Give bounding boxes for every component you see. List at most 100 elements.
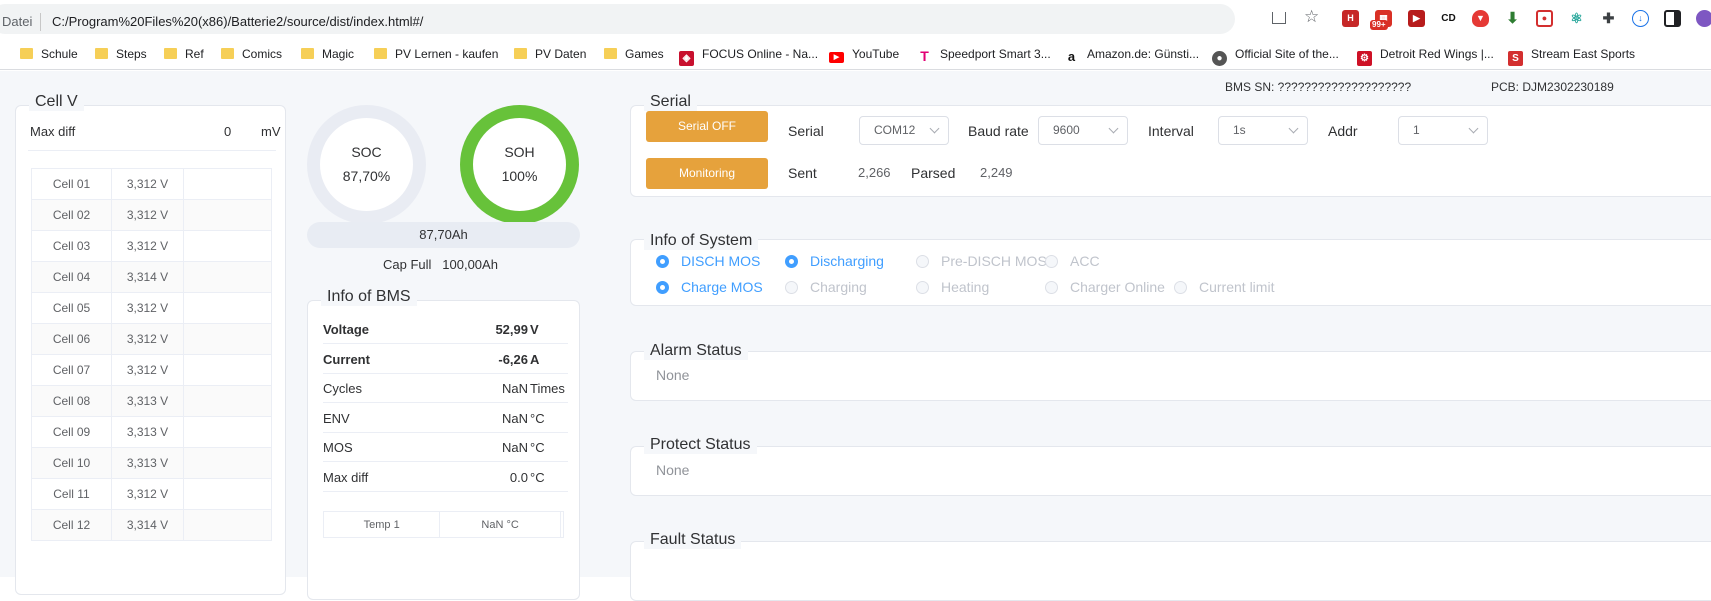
chevron-down-icon	[1468, 123, 1479, 134]
bookmark-focus[interactable]: ◈ FOCUS Online - Na...	[679, 46, 818, 66]
extension-react-icon[interactable]: ⚛	[1568, 10, 1585, 27]
bookmark-nhl[interactable]: ● Official Site of the...	[1212, 46, 1339, 66]
bms-serial-number: BMS SN: ????????????????????	[1225, 80, 1412, 94]
bookmark-label: Schule	[41, 47, 78, 61]
status-radio: Heating	[916, 279, 989, 295]
bookmark-steps[interactable]: Steps	[95, 46, 147, 62]
status-radio: Charge MOS	[656, 279, 763, 295]
bms-info-unit: A	[530, 351, 540, 367]
extension-cd-icon[interactable]: CD	[1440, 10, 1457, 27]
serial-port-select[interactable]: COM12	[859, 116, 949, 145]
bookmark-comics[interactable]: Comics	[221, 46, 282, 62]
profile-avatar[interactable]	[1696, 10, 1711, 27]
cell-voltage: 3,312 V	[111, 478, 184, 510]
radio-dot-icon	[656, 255, 669, 268]
table-row: Cell 05 3,312 V	[31, 292, 272, 324]
cell-name: Cell 01	[31, 168, 112, 200]
serial-off-button[interactable]: Serial OFF	[646, 111, 768, 142]
folder-icon	[604, 48, 617, 59]
extension-download-arrow-icon[interactable]: ⬇	[1504, 10, 1521, 27]
cell-voltage: 3,314 V	[111, 261, 184, 293]
status-radio: DISCH MOS	[656, 253, 760, 269]
folder-icon	[20, 48, 33, 59]
baud-rate-select[interactable]: 9600	[1038, 116, 1128, 145]
cell-voltage: 3,312 V	[111, 292, 184, 324]
bookmark-ref[interactable]: Ref	[164, 46, 204, 62]
status-label: Charger Online	[1070, 279, 1165, 295]
fault-status-panel	[630, 541, 1711, 601]
status-label: Heating	[941, 279, 990, 295]
table-row: Cell 06 3,312 V	[31, 323, 272, 355]
cell-name: Cell 08	[31, 385, 112, 417]
side-panel-icon[interactable]	[1664, 10, 1681, 27]
table-row: Cell 03 3,312 V	[31, 230, 272, 262]
bms-info-key: Voltage	[323, 322, 369, 337]
bookmark-schule[interactable]: Schule	[20, 46, 78, 62]
bookmark-amazon[interactable]: a Amazon.de: Günsti...	[1064, 46, 1199, 64]
bookmark-label: Detroit Red Wings |...	[1380, 47, 1494, 61]
cap-full: Cap Full 100,00Ah	[383, 257, 498, 272]
bookmark-star-icon[interactable]: ☆	[1304, 7, 1319, 27]
cell-voltage: 3,314 V	[111, 509, 184, 541]
bms-info-value: -6,26	[498, 351, 528, 367]
extension-shield-icon[interactable]: ▼	[1472, 10, 1489, 27]
cell-empty	[183, 447, 272, 479]
url-text[interactable]: C:/Program%20Files%20(x86)/Batterie2/sou…	[52, 14, 423, 29]
focus-icon: ◈	[679, 51, 694, 66]
table-row: Cell 01 3,312 V	[31, 168, 272, 200]
serial-port-label: Serial	[788, 123, 824, 139]
table-row: Cell 12 3,314 V	[31, 509, 272, 541]
extension-record-icon[interactable]: ●	[1536, 10, 1553, 27]
radio-dot-icon	[916, 281, 929, 294]
serial-panel: Serial OFF Monitoring Serial COM12 Baud …	[630, 105, 1711, 197]
sent-count: 2,266	[858, 165, 891, 180]
notification-badge: 99+	[1370, 20, 1388, 30]
bookmark-label: Games	[625, 47, 664, 61]
cell-voltage: 3,312 V	[111, 199, 184, 231]
share-icon[interactable]	[1272, 12, 1286, 24]
interval-select[interactable]: 1s	[1218, 116, 1308, 145]
bookmark-games[interactable]: Games	[604, 46, 664, 62]
table-row: Cell 08 3,313 V	[31, 385, 272, 417]
status-label: Charging	[810, 279, 867, 295]
cell-voltage-panel: Max diff 0 mV Cell 01 3,312 V Cell 02 3,312…	[15, 105, 286, 595]
youtube-icon: ▶	[829, 52, 844, 63]
status-radio: Discharging	[785, 253, 884, 269]
radio-dot-icon	[916, 255, 929, 268]
address-bar[interactable]: Datei C:/Program%20Files%20(x86)/Batteri…	[0, 4, 1235, 34]
cell-empty	[183, 509, 272, 541]
chevron-down-icon	[1108, 123, 1119, 134]
bookmark-label: Speedport Smart 3...	[940, 47, 1051, 61]
bookmark-pv-daten[interactable]: PV Daten	[514, 46, 586, 62]
extensions-puzzle-icon[interactable]: ✚	[1600, 10, 1617, 27]
temp-value: NaN °C	[439, 511, 561, 538]
bookmark-stream-east[interactable]: S Stream East Sports	[1508, 46, 1635, 66]
status-label: DISCH MOS	[681, 253, 761, 269]
temp-empty	[559, 511, 565, 538]
bookmark-pv-lernen[interactable]: PV Lernen - kaufen	[374, 46, 498, 62]
table-row: Cell 04 3,314 V	[31, 261, 272, 293]
bookmark-label: YouTube	[852, 47, 900, 61]
downloads-icon[interactable]: ↓	[1632, 10, 1649, 27]
bookmark-magic[interactable]: Magic	[301, 46, 354, 62]
bookmark-redwings[interactable]: ⚙ Detroit Red Wings |...	[1357, 46, 1494, 66]
cell-voltage: 3,312 V	[111, 230, 184, 262]
cell-empty	[183, 354, 272, 386]
extension-h-icon[interactable]: H	[1342, 10, 1359, 27]
bookmark-label: Official Site of the...	[1235, 47, 1339, 61]
parsed-count: 2,249	[980, 165, 1013, 180]
extension-media-icon[interactable]: ▶	[1408, 10, 1425, 27]
status-label: Current limit	[1199, 279, 1275, 295]
bookmark-speedport[interactable]: T Speedport Smart 3...	[917, 46, 1051, 64]
cap-full-label: Cap Full	[383, 257, 432, 272]
addr-select[interactable]: 1	[1398, 116, 1488, 145]
monitoring-button[interactable]: Monitoring	[646, 158, 768, 189]
cell-name: Cell 12	[31, 509, 112, 541]
bookmark-youtube[interactable]: ▶ YouTube	[829, 46, 900, 63]
cell-voltage: 3,312 V	[111, 168, 184, 200]
cell-name: Cell 06	[31, 323, 112, 355]
bookmarks-bar: : Schule Steps Ref Comics Magic PV Lerne…	[0, 38, 1711, 70]
folder-icon	[301, 48, 314, 59]
bms-info-unit: Times	[530, 381, 565, 396]
baud-rate-value: 9600	[1053, 123, 1080, 137]
